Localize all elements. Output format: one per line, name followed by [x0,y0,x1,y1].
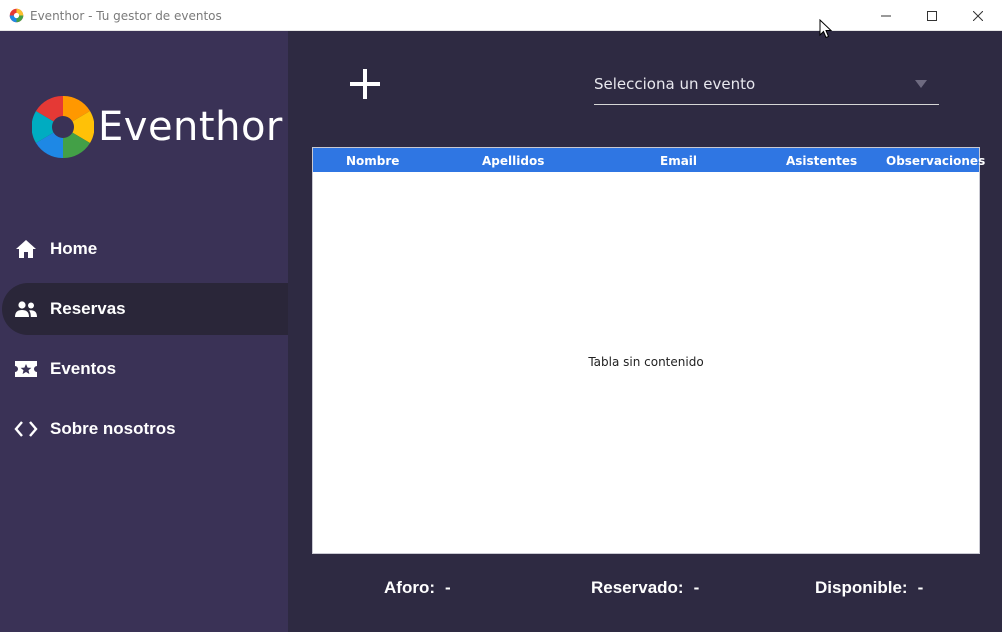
sidebar-item-label: Reservas [50,299,126,318]
reservations-table[interactable]: Nombre Apellidos Email Asistentes Observ… [312,147,985,554]
column-header-apellidos[interactable]: Apellidos [482,154,544,168]
minimize-button[interactable] [863,0,909,31]
sidebar-item-label: Sobre nosotros [50,419,176,438]
minimize-icon [881,15,891,16]
column-header-asistentes[interactable]: Asistentes [786,154,857,168]
eventhor-logo-icon [32,96,94,158]
table-empty-message: Tabla sin contenido [588,355,704,369]
column-header-email[interactable]: Email [660,154,697,168]
title-bar: Eventhor - Tu gestor de eventos [0,0,1002,31]
stat-disponible-label: Disponible: [815,578,908,597]
sidebar-item-home[interactable]: Home [0,223,288,275]
stat-disponible: Disponible: - [815,578,923,598]
sidebar-item-label: Eventos [50,359,117,378]
code-icon [14,417,38,441]
sidebar: Eventhor Home Reservas Eventos Sobre nos… [0,31,288,632]
sidebar-item-label: Home [50,239,98,258]
stat-aforo-label: Aforo: [384,578,435,597]
mouse-cursor-icon [819,19,833,39]
column-header-observaciones[interactable]: Observaciones [886,154,985,168]
dropdown-arrow-icon [915,80,927,88]
ticket-icon [14,357,38,381]
plus-icon [350,69,380,99]
window-title: Eventhor - Tu gestor de eventos [30,9,222,23]
column-header-nombre[interactable]: Nombre [346,154,399,168]
stat-aforo-value: - [444,578,451,597]
maximize-button[interactable] [909,0,955,31]
sidebar-item-reservas[interactable]: Reservas [2,283,288,335]
sidebar-item-eventos[interactable]: Eventos [0,343,288,395]
event-select-placeholder: Selecciona un evento [594,75,756,93]
people-icon [14,297,38,321]
home-icon [14,237,38,261]
stat-disponible-value: - [917,578,924,597]
stat-reservado-value: - [693,578,700,597]
app-logo-icon [9,8,24,23]
close-button[interactable] [955,0,1001,31]
sidebar-item-sobre-nosotros[interactable]: Sobre nosotros [0,403,288,455]
stat-aforo: Aforo: - [384,578,451,598]
brand: Eventhor [32,96,283,158]
brand-name: Eventhor [98,104,283,150]
add-reservation-button[interactable] [348,67,382,101]
table-header: Nombre Apellidos Email Asistentes Observ… [313,148,985,172]
event-select[interactable]: Selecciona un evento [594,69,939,105]
maximize-icon [927,10,937,21]
stat-reservado-label: Reservado: [591,578,684,597]
stat-reservado: Reservado: - [591,578,699,598]
close-icon [973,10,983,21]
main-content: Selecciona un evento Nombre Apellidos Em… [288,31,1002,632]
